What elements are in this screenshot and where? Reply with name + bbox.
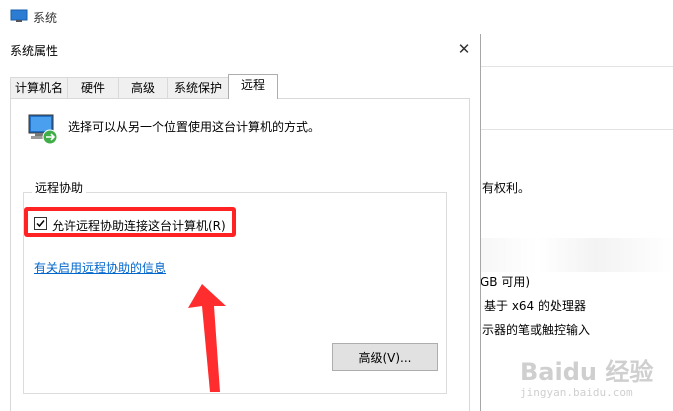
red-arrow-icon xyxy=(188,284,226,392)
memory-text: GB 可用) xyxy=(480,275,531,289)
rights-text: 有权利。 xyxy=(482,181,531,195)
watermark-url: jingyan.baidu.com xyxy=(520,386,633,399)
tab-system-protection[interactable]: 系统保护 xyxy=(167,77,229,98)
blurred-region xyxy=(480,238,673,272)
system-properties-dialog: 系统属性 ✕ 计算机名 硬件 高级 系统保护 远程 选择可以从另一个位置使用这台… xyxy=(0,34,481,411)
background-window-title: 系统 xyxy=(33,11,58,25)
remote-computer-icon xyxy=(28,114,58,145)
baidu-watermark: Baidu 经验 jingyan.baidu.com xyxy=(500,352,668,408)
remote-description: 选择可以从另一个位置使用这台计算机的方式。 xyxy=(68,120,321,134)
watermark-logo: Baidu 经验 xyxy=(520,358,654,386)
remote-assistance-group-label: 远程协助 xyxy=(32,179,87,196)
close-button[interactable]: ✕ xyxy=(452,38,476,60)
background-window-titlebar: 系统 xyxy=(0,0,673,34)
processor-text: 基于 x64 的处理器 xyxy=(484,299,587,313)
tab-hardware[interactable]: 硬件 xyxy=(67,77,119,98)
divider xyxy=(480,129,673,130)
highlight-box xyxy=(24,207,236,237)
tab-computer-name[interactable]: 计算机名 xyxy=(10,77,68,98)
pen-input-text: 示器的笔或触控输入 xyxy=(482,323,591,337)
monitor-icon xyxy=(10,9,28,22)
dialog-title: 系统属性 xyxy=(10,44,59,58)
remote-assistance-info-link[interactable]: 有关启用远程协助的信息 xyxy=(34,259,166,276)
divider xyxy=(480,66,673,67)
tab-remote[interactable]: 远程 xyxy=(228,74,278,99)
tab-advanced[interactable]: 高级 xyxy=(118,77,168,98)
advanced-button[interactable]: 高级(V)... xyxy=(332,343,438,371)
